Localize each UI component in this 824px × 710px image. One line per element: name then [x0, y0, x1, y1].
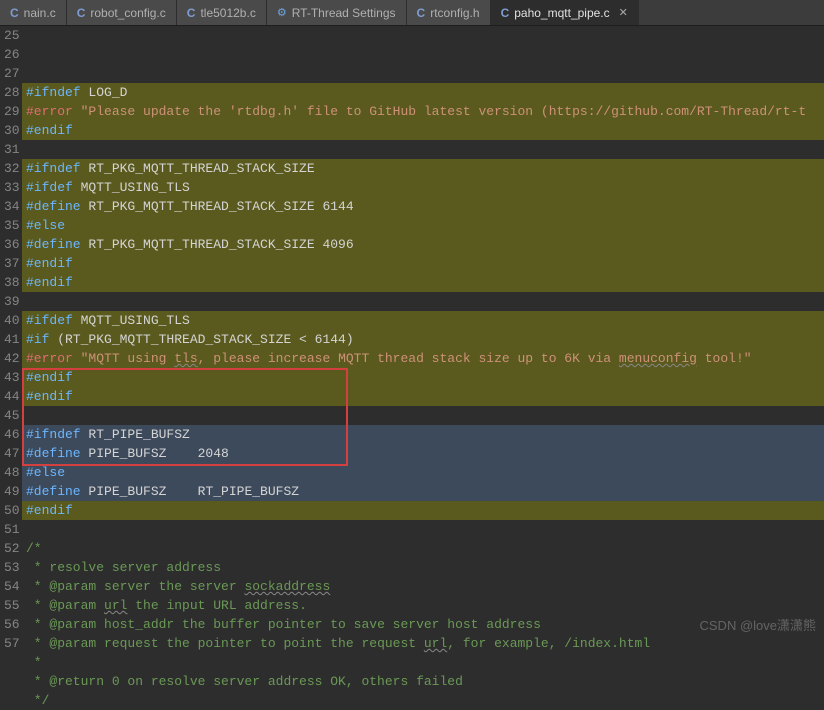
code-line[interactable]: */ — [22, 691, 824, 710]
c-file-icon: C — [77, 6, 86, 20]
code-line[interactable]: #ifndef RT_PKG_MQTT_THREAD_STACK_SIZE — [22, 159, 824, 178]
c-file-icon: C — [10, 6, 19, 20]
tab-label: robot_config.c — [90, 6, 165, 20]
code-line[interactable]: #else — [22, 216, 824, 235]
code-line[interactable]: #ifdef MQTT_USING_TLS — [22, 311, 824, 330]
c-file-icon: C — [187, 6, 196, 20]
code-line[interactable] — [22, 292, 824, 311]
tab-rt-thread-settings[interactable]: ⚙ RT-Thread Settings — [267, 0, 407, 25]
code-line[interactable]: #else — [22, 463, 824, 482]
code-line[interactable]: * @param request the pointer to point th… — [22, 634, 824, 653]
code-line[interactable]: #define RT_PKG_MQTT_THREAD_STACK_SIZE 40… — [22, 235, 824, 254]
code-line[interactable]: #ifndef LOG_D — [22, 83, 824, 102]
code-line[interactable]: * @param host_addr the buffer pointer to… — [22, 615, 824, 634]
code-line[interactable]: #ifdef MQTT_USING_TLS — [22, 178, 824, 197]
tab-robot-config[interactable]: Crobot_config.c — [67, 0, 177, 25]
code-line[interactable]: #endif — [22, 501, 824, 520]
close-icon[interactable]: ✕ — [619, 6, 628, 19]
tab-tle5012b[interactable]: Ctle5012b.c — [177, 0, 267, 25]
code-line[interactable]: * resolve server address — [22, 558, 824, 577]
code-line[interactable] — [22, 520, 824, 539]
tab-nain[interactable]: Cnain.c — [0, 0, 67, 25]
code-line[interactable]: #endif — [22, 121, 824, 140]
tab-bar: Cnain.c Crobot_config.c Ctle5012b.c ⚙ RT-… — [0, 0, 824, 26]
code-line[interactable]: #error "MQTT using tls, please increase … — [22, 349, 824, 368]
code-line[interactable]: * @param url the input URL address. — [22, 596, 824, 615]
settings-file-icon: ⚙ — [277, 6, 287, 19]
code-line[interactable] — [22, 406, 824, 425]
tab-label: tle5012b.c — [200, 6, 255, 20]
code-line[interactable]: #ifndef RT_PIPE_BUFSZ — [22, 425, 824, 444]
code-line[interactable]: * @return 0 on resolve server address OK… — [22, 672, 824, 691]
code-line[interactable]: #define RT_PKG_MQTT_THREAD_STACK_SIZE 61… — [22, 197, 824, 216]
code-line[interactable]: #define PIPE_BUFSZ 2048 — [22, 444, 824, 463]
code-line[interactable]: /* — [22, 539, 824, 558]
code-line[interactable]: #if (RT_PKG_MQTT_THREAD_STACK_SIZE < 614… — [22, 330, 824, 349]
code-line[interactable] — [22, 140, 824, 159]
tab-paho-mqtt-pipe[interactable]: Cpaho_mqtt_pipe.c ✕ — [491, 0, 639, 25]
code-line[interactable]: * — [22, 653, 824, 672]
code-editor[interactable]: 2526272829303132333435363738394041424344… — [0, 26, 824, 640]
tab-label: rtconfig.h — [430, 6, 479, 20]
code-line[interactable]: * @param server the server sockaddress — [22, 577, 824, 596]
tab-label: nain.c — [24, 6, 56, 20]
code-area[interactable]: #ifndef LOG_D#error "Please update the '… — [22, 26, 824, 640]
code-line[interactable]: #endif — [22, 387, 824, 406]
tab-label: RT-Thread Settings — [292, 6, 396, 20]
line-number-gutter: 2526272829303132333435363738394041424344… — [0, 26, 22, 640]
code-line[interactable]: #define PIPE_BUFSZ RT_PIPE_BUFSZ — [22, 482, 824, 501]
tab-rtconfig[interactable]: Crtconfig.h — [407, 0, 491, 25]
code-line[interactable]: #endif — [22, 368, 824, 387]
c-file-icon: C — [501, 6, 510, 20]
code-line[interactable]: #endif — [22, 254, 824, 273]
code-line[interactable]: #endif — [22, 273, 824, 292]
code-line[interactable]: #error "Please update the 'rtdbg.h' file… — [22, 102, 824, 121]
c-file-icon: C — [417, 6, 426, 20]
tab-label: paho_mqtt_pipe.c — [514, 6, 609, 20]
